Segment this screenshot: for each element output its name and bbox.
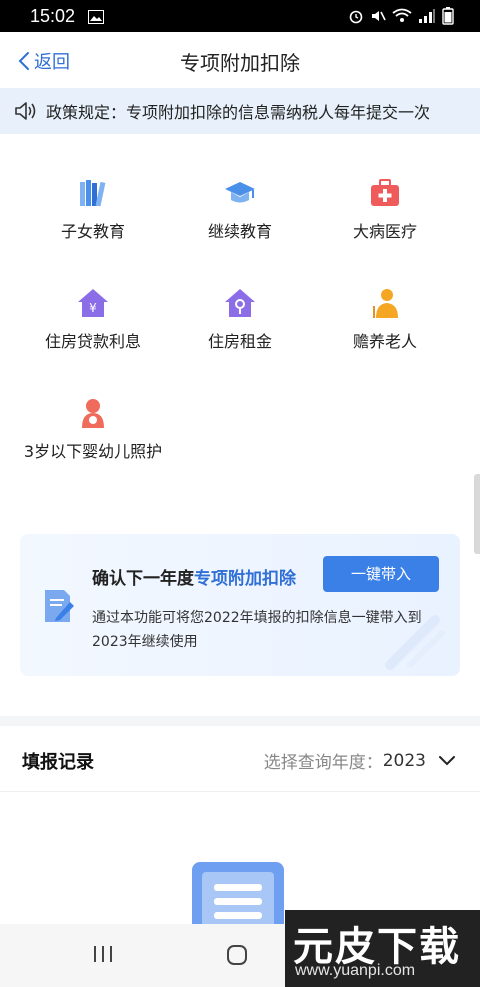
- books-icon: [80, 180, 106, 207]
- category-label: 继续教育: [207, 222, 272, 241]
- card-title: 确认下一年度专项附加扣除: [92, 569, 296, 589]
- category-label: 3岁以下婴幼儿照护: [23, 442, 163, 461]
- home-icon[interactable]: [226, 944, 248, 966]
- category-serious-illness[interactable]: 大病医疗: [310, 176, 460, 246]
- category-label: 子女教育: [60, 222, 125, 241]
- decorative-pen-icon: [385, 615, 445, 670]
- gallery-notification-icon: [88, 9, 104, 28]
- scroll-handle[interactable]: [474, 474, 480, 554]
- watermark-url: www.yuanpi.com: [295, 962, 416, 979]
- svg-text:¥: ¥: [89, 301, 97, 315]
- wifi-icon: [392, 8, 412, 22]
- mother-baby-icon: [82, 399, 104, 428]
- section-divider: [0, 716, 480, 726]
- status-icons: [348, 7, 454, 25]
- empty-document-illustration: [192, 862, 284, 932]
- status-time: 15:02: [30, 6, 76, 26]
- house-yen-icon: ¥: [78, 289, 108, 317]
- category-infant-care[interactable]: 3岁以下婴幼儿照护: [18, 396, 168, 466]
- battery-icon: [442, 7, 454, 25]
- year-value: 2023: [382, 750, 426, 771]
- graduation-cap-icon: [225, 182, 255, 203]
- recent-apps-icon[interactable]: [92, 944, 114, 964]
- first-aid-kit-icon: [371, 179, 399, 206]
- alarm-icon: [349, 10, 363, 24]
- nav-bar: 返回 专项附加扣除: [0, 32, 480, 88]
- status-bar: 15:02: [0, 0, 480, 32]
- one-click-import-button[interactable]: 一键带入: [323, 556, 439, 592]
- chevron-down-icon: [439, 755, 455, 765]
- category-label: 赡养老人: [352, 332, 417, 351]
- category-housing-rent[interactable]: 住房租金: [165, 286, 315, 356]
- document-edit-icon: [45, 590, 74, 622]
- speaker-icon: [15, 102, 36, 120]
- category-elderly-support[interactable]: 赡养老人: [310, 286, 460, 356]
- mute-icon: [372, 11, 386, 21]
- category-label: 大病医疗: [352, 222, 417, 241]
- policy-text: 政策规定：专项附加扣除的信息需纳税人每年提交一次: [46, 103, 431, 122]
- category-child-education[interactable]: 子女教育: [18, 176, 168, 246]
- year-selector[interactable]: 选择查询年度： 2023: [264, 748, 456, 773]
- records-title: 填报记录: [22, 752, 94, 773]
- policy-banner: 政策规定：专项附加扣除的信息需纳税人每年提交一次: [0, 88, 480, 134]
- confirm-next-year-card: 确认下一年度专项附加扣除 一键带入 通过本功能可将您2022年填报的扣除信息一键…: [20, 534, 460, 676]
- category-label: 住房租金: [207, 332, 272, 351]
- records-header: 填报记录 选择查询年度： 2023: [0, 726, 480, 792]
- category-continuing-education[interactable]: 继续教育: [165, 176, 315, 246]
- page-title: 专项附加扣除: [180, 51, 300, 75]
- elderly-icon: [373, 289, 398, 318]
- site-watermark: 元皮下载 www.yuanpi.com: [285, 910, 480, 987]
- house-key-icon: [225, 289, 255, 317]
- year-label: 选择查询年度：: [263, 753, 383, 773]
- category-housing-loan-interest[interactable]: ¥ 住房贷款利息: [18, 286, 168, 356]
- signal-icon: [419, 9, 435, 23]
- category-label: 住房贷款利息: [44, 332, 141, 351]
